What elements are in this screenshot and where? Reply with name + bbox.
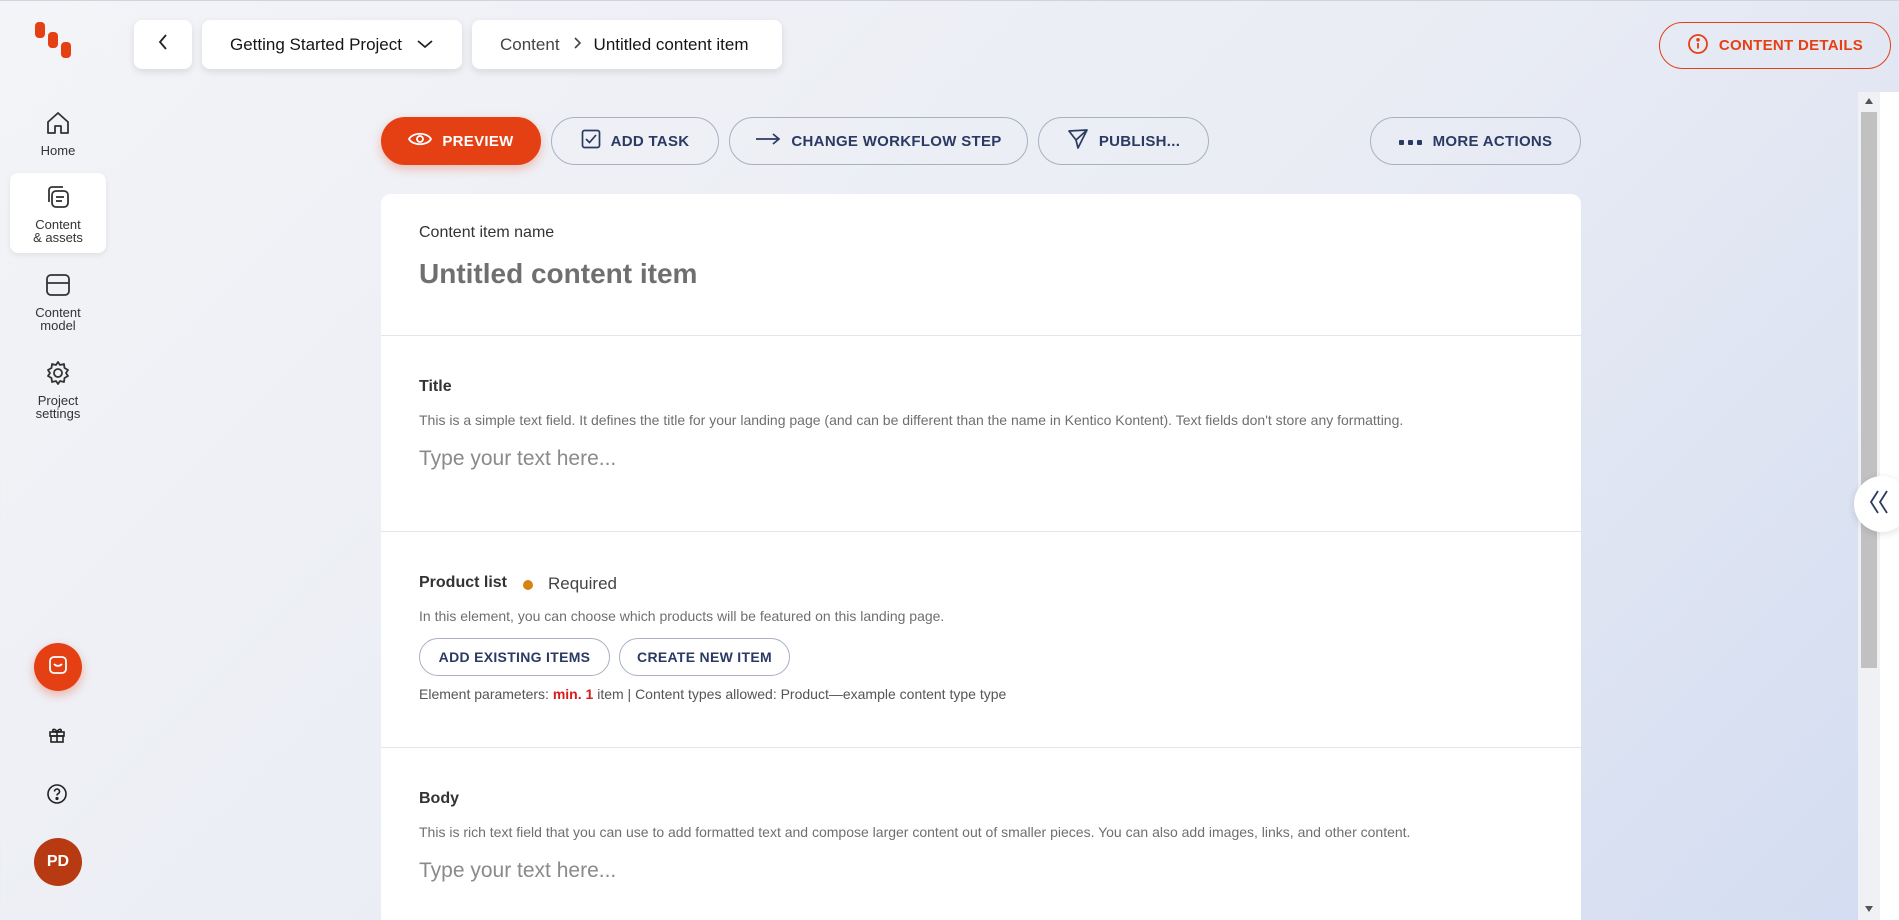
more-actions-button[interactable]: MORE ACTIONS [1370,117,1581,165]
breadcrumb-item-current: Untitled content item [593,34,749,54]
content-assets-icon [43,182,73,212]
body-element: Body This is rich text field that you ca… [381,748,1581,920]
title-description: This is a simple text field. It defines … [419,412,1404,428]
chevron-right-icon [572,35,582,55]
body-input[interactable]: Type your text here... [419,859,616,883]
double-chevron-left-icon [1868,489,1890,520]
feedback-icon [47,654,69,681]
more-dots-icon [1398,133,1423,150]
left-navigation: Home Content & assets Content model Proj… [0,0,114,920]
publish-label: PUBLISH... [1098,132,1181,150]
content-item-name-input[interactable]: Untitled content item [419,258,697,290]
chevron-left-icon [157,33,169,56]
params-min: min. 1 [552,686,594,702]
breadcrumb-item-content[interactable]: Content [500,35,560,55]
chevron-down-icon [416,35,434,55]
change-workflow-step-button[interactable]: CHANGE WORKFLOW STEP [729,117,1028,165]
add-existing-items-button[interactable]: ADD EXISTING ITEMS [419,638,610,676]
info-icon [1687,33,1709,59]
help-icon[interactable] [45,782,69,806]
title-element: Title This is a simple text field. It de… [381,336,1581,532]
paper-plane-icon [1067,128,1089,154]
publish-button[interactable]: PUBLISH... [1038,117,1209,165]
title-input[interactable]: Type your text here... [419,447,616,471]
scrollbar-thumb[interactable] [1861,112,1877,668]
nav-item-home[interactable]: Home [10,92,106,172]
required-indicator [523,580,533,590]
scroll-down-arrow-icon[interactable] [1862,902,1876,916]
nav-item-project-settings[interactable]: Project settings [10,349,106,429]
avatar[interactable]: PD [34,838,82,886]
content-details-label: CONTENT DETAILS [1718,37,1864,54]
preview-label: PREVIEW [442,132,514,150]
checkbox-icon [581,129,601,153]
required-label: Required [548,574,617,593]
title-label: Title [419,378,452,395]
content-item-name-section: Content item name Untitled content item [381,194,1581,336]
scroll-up-arrow-icon[interactable] [1862,94,1876,108]
add-task-label: ADD TASK [610,132,690,150]
feedback-button[interactable] [34,643,82,691]
body-description: This is rich text field that you can use… [419,824,1411,840]
gift-icon[interactable] [45,723,69,747]
app-logo[interactable] [35,22,83,70]
change-workflow-label: CHANGE WORKFLOW STEP [791,132,1002,150]
product-list-description: In this element, you can choose which pr… [419,608,945,624]
arrow-right-icon [755,132,781,150]
content-model-icon [43,270,73,300]
nav-item-label: Content & assets [33,217,83,245]
content-details-button[interactable]: CONTENT DETAILS [1659,22,1891,69]
params-suffix: item | Content types allowed: Product—ex… [597,686,1007,702]
more-actions-label: MORE ACTIONS [1432,132,1553,150]
breadcrumb: Content Untitled content item [472,20,782,69]
project-name: Getting Started Project [230,34,402,54]
content-item-name-label: Content item name [419,224,555,241]
project-selector[interactable]: Getting Started Project [202,20,462,69]
product-list-label: Product list [419,574,508,591]
create-new-item-button[interactable]: CREATE NEW ITEM [619,638,790,676]
params-prefix: Element parameters: [419,686,549,702]
nav-item-content-model[interactable]: Content model [10,261,106,341]
eye-icon [408,131,433,151]
preview-button[interactable]: PREVIEW [381,117,541,165]
content-item-editor: Content item name Untitled content item … [381,194,1581,920]
gear-icon [43,358,73,388]
nav-item-content-assets[interactable]: Content & assets [10,173,106,253]
nav-item-label: Home [40,142,76,158]
element-parameters: Element parameters: min. 1 item | Conten… [419,686,1006,702]
home-icon [43,108,73,138]
body-label: Body [419,790,459,807]
add-task-button[interactable]: ADD TASK [551,117,719,165]
nav-item-label: Project settings [35,393,81,421]
nav-item-label: Content model [35,305,81,333]
top-border [0,0,1899,1]
back-button[interactable] [134,20,192,69]
